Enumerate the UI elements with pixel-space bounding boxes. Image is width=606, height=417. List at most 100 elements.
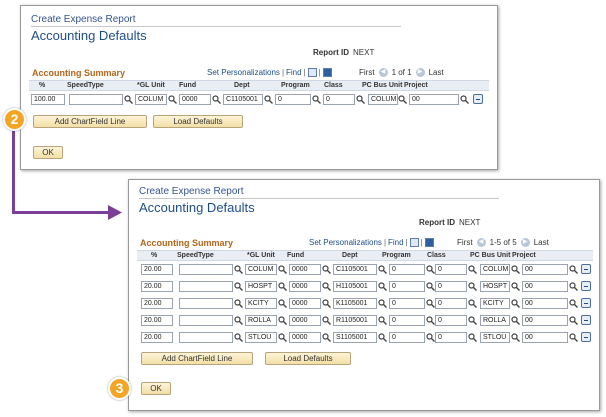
class-field[interactable]: 0 (435, 298, 467, 309)
delete-row-button[interactable] (581, 281, 591, 291)
lookup-icon[interactable] (278, 315, 288, 326)
lookup-icon[interactable] (322, 315, 332, 326)
lookup-icon[interactable] (511, 315, 521, 326)
lookup-icon[interactable] (468, 332, 478, 343)
lookup-icon[interactable] (569, 315, 579, 326)
dept-field[interactable]: H1105001 (333, 281, 377, 292)
speedtype-field[interactable] (179, 332, 233, 343)
gl-unit-field[interactable]: ROLLA (245, 315, 277, 326)
fund-field[interactable]: 0000 (179, 94, 211, 105)
fund-field[interactable]: 0000 (289, 298, 321, 309)
lookup-icon[interactable] (378, 315, 388, 326)
delete-row-button[interactable] (473, 94, 483, 104)
project-field[interactable]: 00 (409, 94, 459, 105)
delete-row-button[interactable] (581, 315, 591, 325)
gl-unit-field[interactable]: HOSPT (245, 281, 277, 292)
dept-field[interactable]: C1105001 (223, 94, 263, 105)
personalize-link[interactable]: Set Personalizations (309, 238, 382, 247)
last-link[interactable]: Last (429, 68, 444, 77)
dept-field[interactable]: K1105001 (333, 298, 377, 309)
project-field[interactable]: 00 (522, 315, 568, 326)
last-link[interactable]: Last (534, 238, 549, 247)
lookup-icon[interactable] (278, 264, 288, 275)
lookup-icon[interactable] (468, 298, 478, 309)
percent-field[interactable]: 100.00 (31, 94, 65, 105)
lookup-icon[interactable] (234, 315, 244, 326)
lookup-icon[interactable] (569, 264, 579, 275)
pc-bus-unit-field[interactable]: HOSPT (480, 281, 510, 292)
lookup-icon[interactable] (322, 298, 332, 309)
percent-field[interactable]: 20.00 (141, 298, 173, 309)
view-all-icon[interactable] (307, 68, 317, 77)
lookup-icon[interactable] (312, 94, 322, 105)
lookup-icon[interactable] (468, 281, 478, 292)
fund-field[interactable]: 0000 (289, 332, 321, 343)
lookup-icon[interactable] (264, 94, 274, 105)
class-field[interactable]: 0 (435, 264, 467, 275)
gl-unit-field[interactable]: STLOU (245, 332, 277, 343)
pc-bus-unit-field[interactable]: COLUM (480, 264, 510, 275)
find-link[interactable]: Find (388, 238, 404, 247)
lookup-icon[interactable] (322, 332, 332, 343)
load-defaults-button[interactable]: Load Defaults (153, 115, 243, 128)
dept-field[interactable]: R1105001 (333, 315, 377, 326)
program-field[interactable]: 0 (389, 264, 425, 275)
breadcrumb[interactable]: Create Expense Report (31, 14, 136, 25)
lookup-icon[interactable] (124, 94, 134, 105)
gl-unit-field[interactable]: KCITY (245, 298, 277, 309)
lookup-icon[interactable] (569, 298, 579, 309)
ok-button[interactable]: OK (141, 382, 171, 395)
lookup-icon[interactable] (278, 298, 288, 309)
lookup-icon[interactable] (398, 94, 408, 105)
pc-bus-unit-field[interactable]: ROLLA (480, 315, 510, 326)
breadcrumb[interactable]: Create Expense Report (139, 186, 244, 197)
speedtype-field[interactable] (179, 315, 233, 326)
lookup-icon[interactable] (511, 298, 521, 309)
lookup-icon[interactable] (378, 264, 388, 275)
class-field[interactable]: 0 (435, 281, 467, 292)
delete-row-button[interactable] (581, 332, 591, 342)
lookup-icon[interactable] (322, 281, 332, 292)
speedtype-field[interactable] (69, 94, 123, 105)
pc-bus-unit-field[interactable]: COLUM (368, 94, 398, 105)
class-field[interactable]: 0 (323, 94, 355, 105)
next-arrow-icon[interactable]: ▶ (415, 68, 425, 77)
ok-button[interactable]: OK (33, 146, 63, 159)
fund-field[interactable]: 0000 (289, 315, 321, 326)
lookup-icon[interactable] (278, 332, 288, 343)
program-field[interactable]: 0 (275, 94, 311, 105)
dept-field[interactable]: C1105001 (333, 264, 377, 275)
lookup-icon[interactable] (378, 298, 388, 309)
lookup-icon[interactable] (234, 281, 244, 292)
load-defaults-button[interactable]: Load Defaults (265, 352, 351, 365)
class-field[interactable]: 0 (435, 315, 467, 326)
add-chartfield-line-button[interactable]: Add ChartField Line (33, 115, 147, 128)
next-arrow-icon[interactable]: ▶ (520, 238, 530, 247)
class-field[interactable]: 0 (435, 332, 467, 343)
lookup-icon[interactable] (322, 264, 332, 275)
project-field[interactable]: 00 (522, 332, 568, 343)
download-excel-icon[interactable] (424, 238, 434, 247)
lookup-icon[interactable] (234, 332, 244, 343)
project-field[interactable]: 00 (522, 264, 568, 275)
program-field[interactable]: 0 (389, 315, 425, 326)
project-field[interactable]: 00 (522, 281, 568, 292)
lookup-icon[interactable] (356, 94, 366, 105)
delete-row-button[interactable] (581, 264, 591, 274)
add-chartfield-line-button[interactable]: Add ChartField Line (141, 352, 253, 365)
fund-field[interactable]: 0000 (289, 281, 321, 292)
speedtype-field[interactable] (179, 264, 233, 275)
lookup-icon[interactable] (234, 264, 244, 275)
percent-field[interactable]: 20.00 (141, 281, 173, 292)
pc-bus-unit-field[interactable]: STLOU (480, 332, 510, 343)
fund-field[interactable]: 0000 (289, 264, 321, 275)
first-link[interactable]: First (359, 68, 375, 77)
lookup-icon[interactable] (278, 281, 288, 292)
speedtype-field[interactable] (179, 298, 233, 309)
personalize-link[interactable]: Set Personalizations (207, 68, 280, 77)
lookup-icon[interactable] (511, 332, 521, 343)
lookup-icon[interactable] (168, 94, 178, 105)
percent-field[interactable]: 20.00 (141, 315, 173, 326)
download-excel-icon[interactable] (322, 68, 332, 77)
lookup-icon[interactable] (234, 298, 244, 309)
